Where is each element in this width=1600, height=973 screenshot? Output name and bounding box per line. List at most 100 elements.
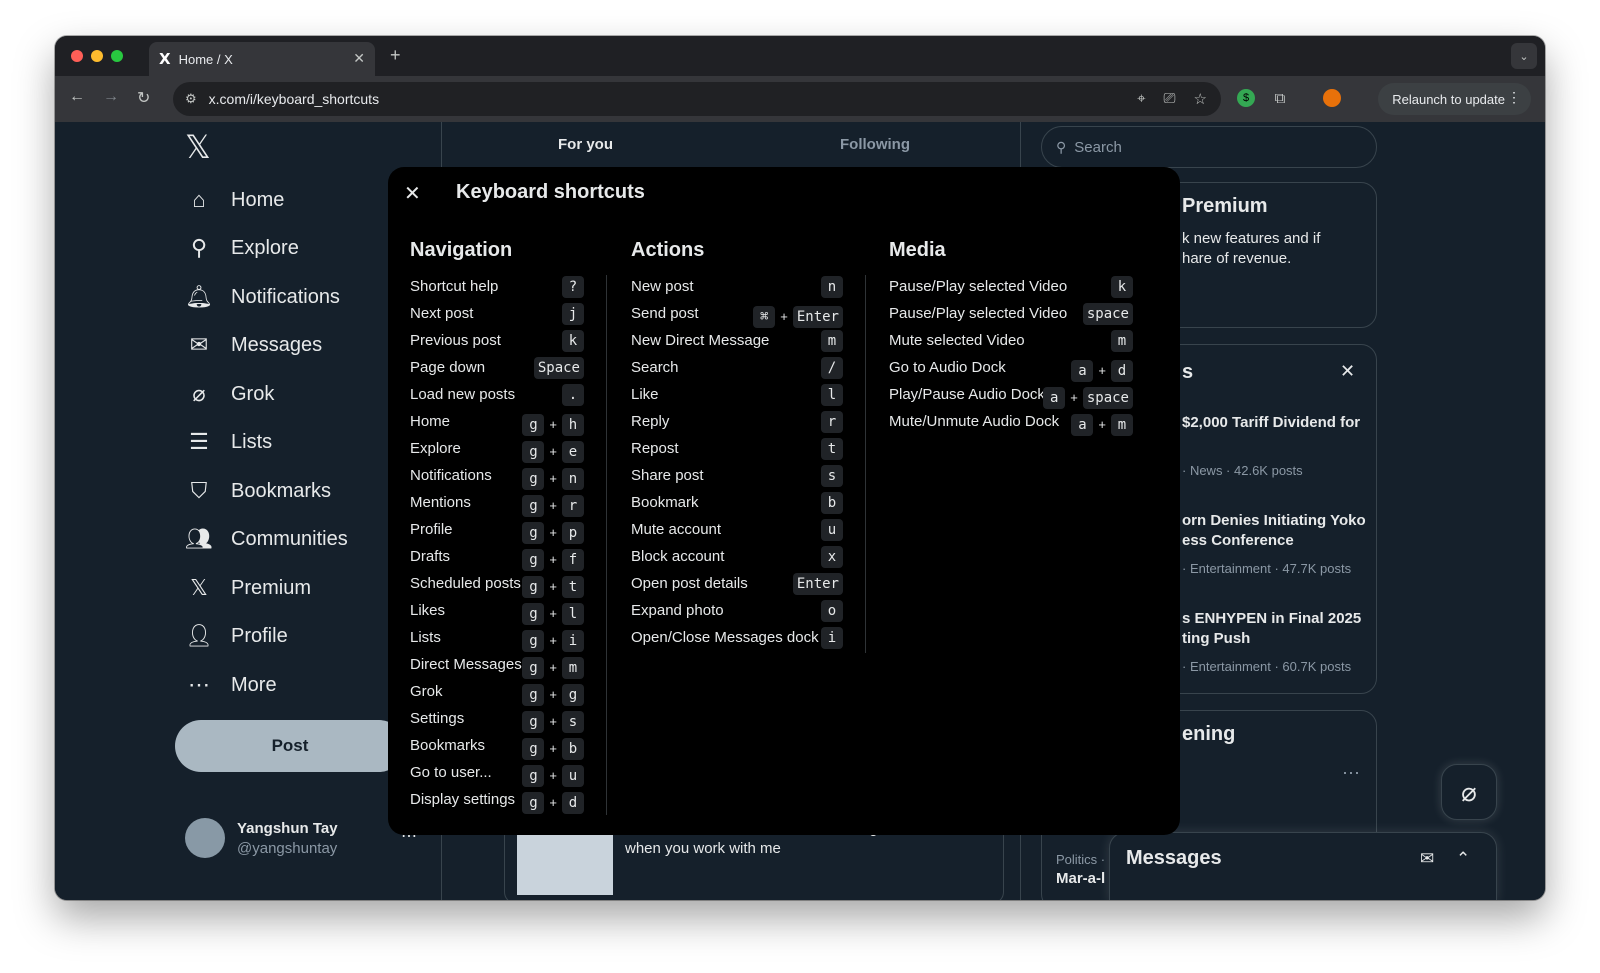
keycap: g [522, 737, 545, 760]
sidebar-item-communities[interactable]: 👥︎ Communities [185, 519, 348, 559]
sidebar-item-messages[interactable]: ✉ Messages [185, 325, 322, 365]
shortcut-row: Mute/Unmute Audio Dock a + m [889, 408, 1133, 438]
keycap: Enter [792, 573, 843, 595]
tab-for-you[interactable]: For you [558, 136, 613, 153]
shortcut-row: New Direct Message m [631, 327, 843, 354]
plus-separator: + [549, 633, 557, 648]
install-icon[interactable]: ⎚ [1164, 90, 1176, 108]
shortcut-keys: a + m [1071, 411, 1133, 438]
extensions-puzzle-icon[interactable]: ⧉ [1271, 89, 1289, 107]
sidebar-item-more[interactable]: ⋯ More [185, 665, 277, 705]
keycap: space [1082, 303, 1133, 325]
shortcut-keys: j [562, 303, 584, 325]
shortcut-row: Page down Space [410, 354, 584, 381]
keycap: g [522, 440, 545, 463]
shortcut-label: Reply [631, 413, 670, 430]
shortcut-row: Go to user... g + u [410, 759, 584, 787]
shortcut-label: Profile [410, 521, 453, 538]
shortcut-row: Lists g + i [410, 624, 584, 652]
plus-separator: + [549, 471, 557, 486]
more-icon[interactable]: ⋯ [1342, 763, 1360, 784]
chrome-profile-icon[interactable] [1323, 89, 1341, 107]
sidebar-item-notifications[interactable]: 🔔︎ Notifications [185, 277, 340, 317]
minimize-window-button[interactable] [91, 50, 103, 62]
shortcut-keys: m [821, 330, 843, 352]
keycap: Space [533, 357, 584, 379]
keycap: / [821, 357, 843, 379]
tab-search-button[interactable]: ⌄ [1511, 43, 1537, 69]
feed-post-media[interactable]: This is what a $5000 dashboard design lo… [504, 820, 1004, 900]
shortcut-keys: . [562, 384, 584, 406]
new-message-icon[interactable]: ✉ [1420, 849, 1434, 869]
sidebar-item-label: Communities [231, 527, 348, 550]
keycap: m [821, 330, 843, 352]
shortcut-row: Search / [631, 354, 843, 381]
close-icon[interactable]: ✕ [404, 181, 421, 206]
post-text-line: when you work with me [625, 840, 781, 857]
shortcut-keys: g + r [522, 492, 584, 519]
shortcut-label: Shortcut help [410, 278, 499, 295]
browser-window: X Home / X ✕ + ⌄ ← → ↻ ⚙ x.com/i/keyboar… [55, 36, 1545, 900]
maximize-window-button[interactable] [111, 50, 123, 62]
browser-tab[interactable]: X Home / X ✕ [149, 42, 375, 76]
keycap: Enter [792, 305, 843, 328]
messages-dock[interactable]: Messages ✉ ⌃ [1109, 832, 1497, 900]
location-icon[interactable]: ⌖ [1137, 90, 1145, 108]
search-input[interactable]: ⚲ Search [1041, 126, 1377, 168]
shortcut-label: Load new posts [410, 386, 516, 403]
bookmark-star-icon[interactable]: ☆ [1194, 90, 1207, 108]
shortcut-row: Mentions g + r [410, 489, 584, 519]
shortcut-label: Go to Audio Dock [889, 359, 1006, 376]
happening-heading: ening [1182, 723, 1236, 745]
shortcut-label: Previous post [410, 332, 501, 349]
shortcut-keys: g + e [522, 438, 584, 465]
shortcut-keys: n [821, 276, 843, 298]
sidebar-item-label: Explore [231, 236, 299, 259]
plus-separator: + [549, 795, 557, 810]
forward-arrow-icon[interactable]: → [103, 88, 119, 106]
sidebar-item-home[interactable]: ⌂ Home [185, 180, 284, 220]
shortcut-label: New Direct Message [631, 332, 770, 349]
back-arrow-icon[interactable]: ← [69, 88, 85, 106]
relaunch-button[interactable]: Relaunch to update ⋮ [1378, 83, 1531, 115]
keycap: g [522, 629, 545, 652]
shortcut-row: Load new posts. [410, 381, 584, 408]
x-logo-icon[interactable]: 𝕏 [185, 128, 211, 166]
post-button[interactable]: Post [175, 720, 405, 772]
sidebar-item-bookmarks[interactable]: ⛉ Bookmarks [185, 471, 331, 511]
plus-separator: + [549, 552, 557, 567]
trend-title[interactable]: orn Denies Initiating Yoko [1182, 511, 1366, 531]
shortcut-keys: Enter [792, 573, 843, 595]
new-tab-button[interactable]: + [390, 45, 401, 66]
address-bar[interactable]: ⚙ x.com/i/keyboard_shortcuts ⌖ ⎚ ☆ [173, 82, 1221, 116]
sidebar-item-profile[interactable]: 👤︎ Profile [185, 616, 288, 656]
shortcut-label: Mentions [410, 494, 471, 511]
bell-icon: 🔔︎ [185, 284, 213, 309]
shortcut-row: Reply r [631, 408, 843, 435]
trend-title[interactable]: s ENHYPEN in Final 2025 [1182, 609, 1361, 629]
tab-close-icon[interactable]: ✕ [353, 50, 365, 67]
keycap: s [562, 710, 584, 733]
x-app: 𝕏 ⌂ Home ⚲ Explore 🔔︎ Notifications ✉ Messages ⌀… [55, 122, 1545, 900]
trend-title[interactable]: Mar-a-l [1056, 870, 1105, 887]
site-settings-icon[interactable]: ⚙ [185, 91, 197, 107]
sidebar-item-label: Notifications [231, 285, 340, 308]
grok-button[interactable]: ⌀ [1441, 764, 1497, 820]
messages-dock-title: Messages [1126, 847, 1222, 869]
reload-icon[interactable]: ↻ [137, 88, 150, 108]
sidebar-item-premium[interactable]: 𝕏 Premium [185, 568, 311, 608]
sidebar-item-explore[interactable]: ⚲ Explore [185, 228, 299, 268]
close-icon[interactable]: ✕ [1340, 361, 1355, 382]
sidebar-item-grok[interactable]: ⌀ Grok [185, 374, 274, 414]
sidebar-item-lists[interactable]: ☰ Lists [185, 422, 272, 462]
shortcut-keys: g + s [522, 708, 584, 735]
expand-icon[interactable]: ⌃ [1456, 849, 1470, 869]
tab-following[interactable]: Following [840, 136, 910, 153]
shortcut-keys: / [821, 357, 843, 379]
shortcut-keys: a + d [1071, 357, 1133, 384]
shortcut-label: Page down [410, 359, 486, 376]
close-window-button[interactable] [71, 50, 83, 62]
trend-title[interactable]: $2,000 Tariff Dividend for [1182, 413, 1360, 433]
trend-title: ess Conference [1182, 532, 1294, 549]
extension-dollar-icon[interactable]: $ [1237, 89, 1255, 107]
